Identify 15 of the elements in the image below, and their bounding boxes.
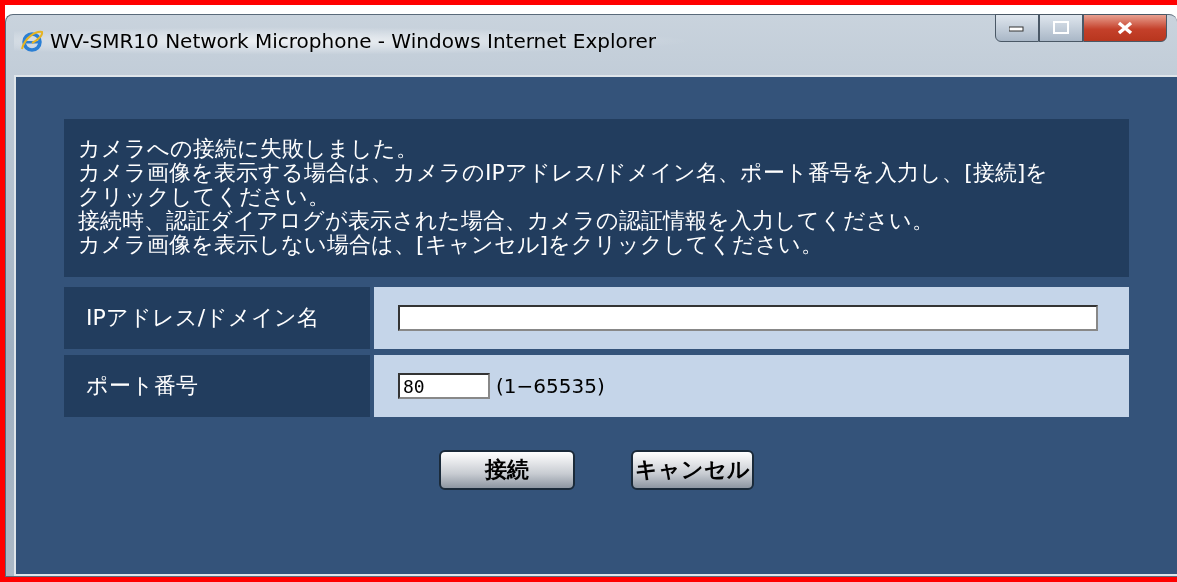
browser-icon: [20, 29, 44, 53]
range-hint: (1−65535): [496, 374, 605, 398]
field-label: ポート番号: [64, 355, 370, 417]
close-icon: [1117, 21, 1133, 35]
minimize-button[interactable]: [995, 14, 1039, 42]
cancel-button[interactable]: キャンセル: [631, 450, 754, 490]
close-button[interactable]: [1083, 14, 1167, 42]
port-field[interactable]: 80: [398, 373, 490, 399]
field-label: IPアドレス/ドメイン名: [64, 287, 370, 349]
maximize-icon: [1053, 21, 1069, 35]
error-message: カメラへの接続に失敗しました。 カメラ画像を表示する場合は、カメラのIPアドレス/ドメイン名、ポート番号を入力し、[接続]を クリックしてください。 接続時、認証ダイアログが表示された場合、カメラの認証情報を入力してください。 カメラ画像を表示しない場合は、[キャンセル]をクリックしてください。: [64, 119, 1129, 277]
window-title: WV-SMR10 Network Microphone - Windows Internet Explorer: [50, 29, 657, 53]
address-field[interactable]: [398, 305, 1098, 331]
maximize-button[interactable]: [1039, 14, 1083, 42]
connect-button[interactable]: 接続: [439, 450, 575, 490]
